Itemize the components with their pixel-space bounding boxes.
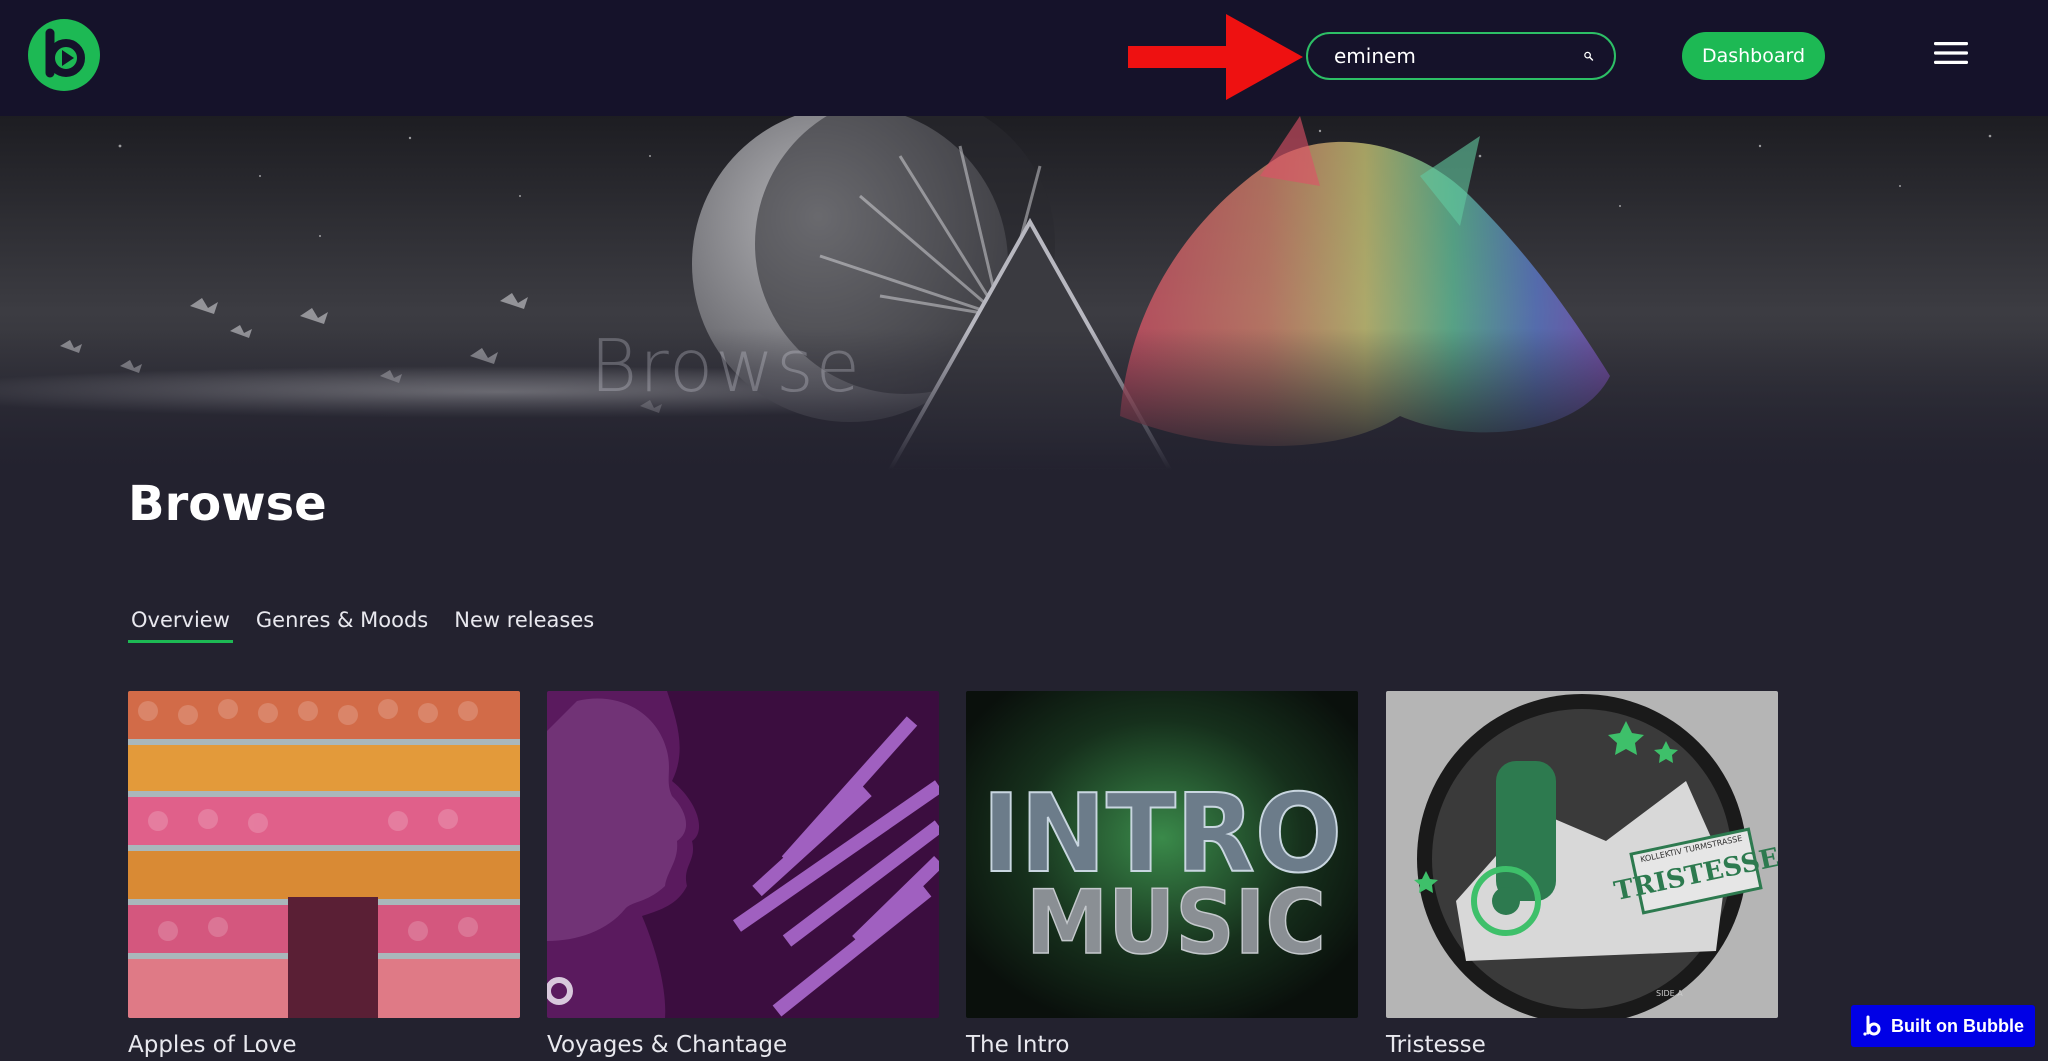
tab-new-releases[interactable]: New releases [451,606,597,643]
album-cover-image[interactable]: TRISTESSE KOLLEKTIV TURMSTRASSE SIDE A [1386,691,1778,1018]
album-cover-image[interactable] [128,691,520,1018]
search-box[interactable] [1306,32,1616,80]
music-art-text: MUSIC [1026,871,1326,974]
top-bar: Dashboard [0,0,2048,116]
hero-banner: Browse [0,116,2048,470]
app-logo-icon[interactable] [28,19,100,91]
bubble-logo-icon [1863,1015,1881,1036]
album-card-apples-of-love[interactable]: Apples of Love [128,691,520,1058]
browse-tabs: Overview Genres & Moods New releases [128,606,597,643]
album-title[interactable]: Voyages & Chantage [547,1032,939,1058]
side-a-art-text: SIDE A [1656,989,1683,998]
tab-overview[interactable]: Overview [128,606,233,643]
album-card-tristesse[interactable]: TRISTESSE KOLLEKTIV TURMSTRASSE SIDE A T… [1386,691,1778,1058]
album-cover-image[interactable] [547,691,939,1018]
red-arrow-icon [1128,14,1303,100]
hero-title: Browse [590,324,862,408]
tab-genres-moods[interactable]: Genres & Moods [253,606,431,643]
album-card-voyages-chantage[interactable]: Voyages & Chantage [547,691,939,1058]
album-title[interactable]: Tristesse [1386,1032,1778,1058]
hero-artwork [0,116,2048,470]
album-title[interactable]: The Intro [966,1032,1358,1058]
album-card-the-intro[interactable]: INTRO MUSIC The Intro [966,691,1358,1058]
album-cover-image[interactable]: INTRO MUSIC [966,691,1358,1018]
search-icon[interactable] [1583,47,1594,65]
badge-label: Built on Bubble [1891,1015,2024,1036]
search-input[interactable] [1334,36,1583,76]
built-on-bubble-badge[interactable]: Built on Bubble [1851,1005,2035,1047]
dashboard-button[interactable]: Dashboard [1682,32,1825,80]
album-title[interactable]: Apples of Love [128,1032,520,1058]
page-title: Browse [128,476,327,532]
hamburger-menu-icon[interactable] [1934,40,1968,66]
